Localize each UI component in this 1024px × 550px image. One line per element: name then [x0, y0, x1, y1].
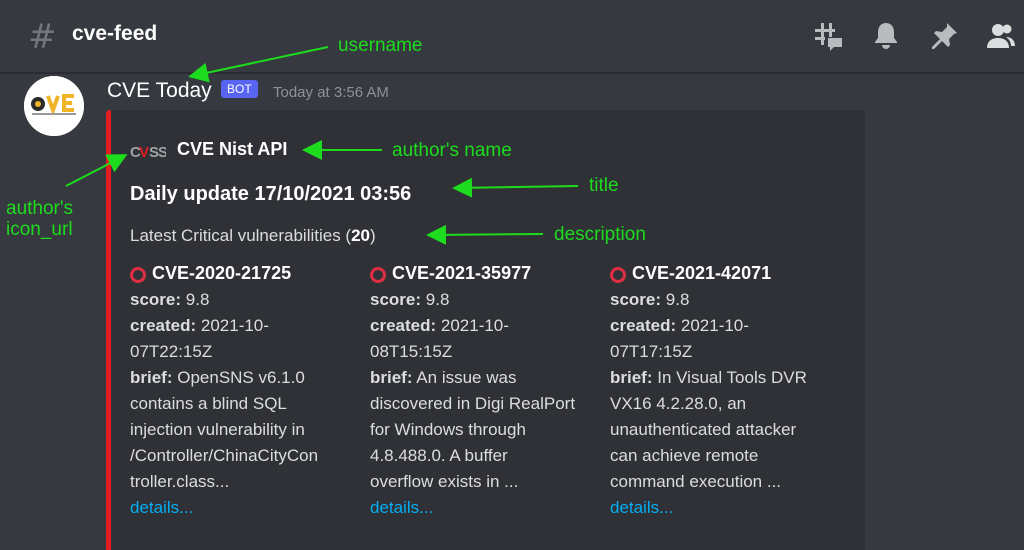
- embed-author-name[interactable]: CVE Nist API: [177, 139, 287, 160]
- message-username[interactable]: CVE Today: [107, 79, 212, 103]
- pin-icon[interactable]: [928, 20, 960, 52]
- channel-header: # cve-feed: [0, 0, 1024, 74]
- bell-icon[interactable]: [870, 20, 902, 52]
- cve-score: 9.8: [425, 290, 450, 309]
- annotation-description: description: [554, 224, 646, 245]
- channel-hash-icon: #: [28, 17, 57, 57]
- details-link[interactable]: details...: [370, 498, 433, 517]
- annotation-title: title: [589, 175, 619, 196]
- annotation-icon-url-1: author's: [6, 198, 74, 219]
- vulnerability-count: 20: [351, 226, 371, 245]
- threads-icon[interactable]: [812, 20, 844, 52]
- details-link[interactable]: details...: [130, 498, 193, 517]
- cve-field: CVE-2021-35977 score: 9.8 created: 2021-…: [370, 261, 600, 521]
- cve-field: CVE-2020-21725 score: 9.8 created: 2021-…: [130, 261, 360, 521]
- embed-title: Daily update 17/10/2021 03:56: [130, 183, 412, 205]
- cvss-logo-icon: C V SS: [130, 144, 166, 160]
- details-link[interactable]: details...: [610, 498, 673, 517]
- red-circle-icon: [130, 267, 146, 283]
- svg-text:V: V: [139, 144, 149, 160]
- cve-score: 9.8: [185, 290, 210, 309]
- annotation-username: username: [338, 35, 423, 56]
- channel-name: cve-feed: [72, 22, 158, 45]
- red-circle-icon: [610, 267, 626, 283]
- cve-field-name: CVE-2020-21725: [130, 261, 360, 285]
- cve-score: 9.8: [665, 290, 690, 309]
- bot-avatar[interactable]: [24, 76, 84, 136]
- embed-description: Latest Critical vulnerabilities (20): [130, 226, 376, 245]
- red-circle-icon: [370, 267, 386, 283]
- cve-field: CVE-2021-42071 score: 9.8 created: 2021-…: [610, 261, 840, 521]
- annotation-icon-url-2: icon_url: [6, 219, 73, 240]
- cve-field-name: CVE-2021-35977: [370, 261, 600, 285]
- bot-badge: BOT: [221, 80, 258, 98]
- svg-text:SS: SS: [149, 144, 166, 160]
- cve-field-name: CVE-2021-42071: [610, 261, 840, 285]
- message-timestamp: Today at 3:56 AM: [273, 84, 389, 101]
- annotation-author-name: author's name: [392, 140, 512, 161]
- members-icon[interactable]: [984, 20, 1016, 52]
